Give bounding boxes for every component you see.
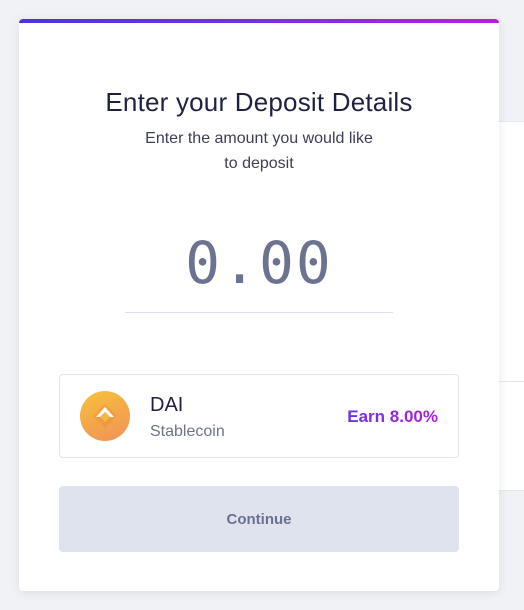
earn-rate: Earn 8.00%: [347, 407, 438, 426]
modal-title: Enter your Deposit Details: [105, 87, 413, 117]
amount-underline: [125, 312, 393, 313]
dai-coin-icon: [80, 391, 130, 441]
accent-bar: [19, 19, 499, 23]
continue-button[interactable]: Continue: [59, 486, 459, 552]
asset-selector[interactable]: DAI Stablecoin Earn 8.00%: [59, 374, 459, 458]
modal-subtitle: Enter the amount you would like to depos…: [145, 130, 373, 172]
asset-name: DAI: [150, 394, 184, 416]
amount-input[interactable]: 0.00: [19, 229, 499, 297]
asset-type: Stablecoin: [150, 423, 225, 440]
deposit-modal: Enter your Deposit Details Enter the amo…: [19, 19, 499, 591]
